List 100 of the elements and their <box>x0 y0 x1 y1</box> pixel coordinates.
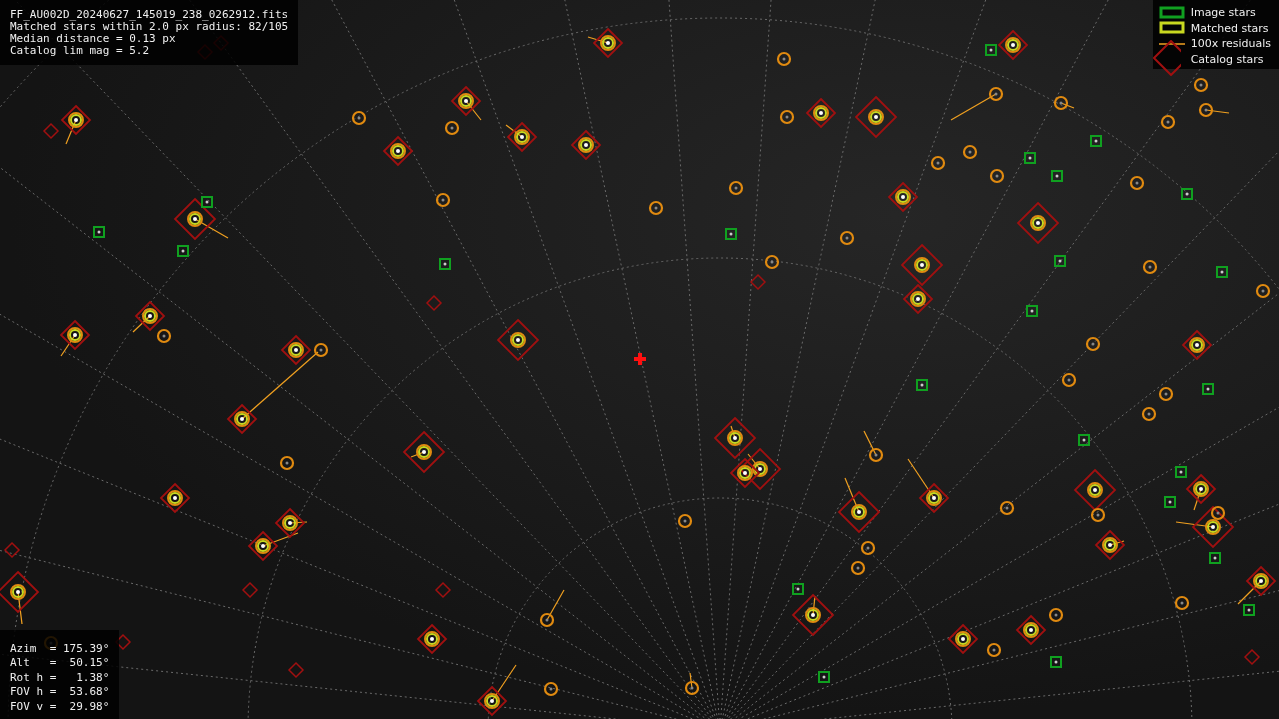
param-text: Rot h = 1.38° <box>10 670 110 685</box>
info-text: FF_AU002D_20240627_145019_238_0262912.fits <box>10 9 289 21</box>
matched-star-marker <box>159 482 191 514</box>
catalog-star-marker <box>1243 648 1261 666</box>
info-text: Matched stars within 2.0 px radius: 82/105 <box>10 21 289 33</box>
info-text: Median distance = 0.13 px <box>10 33 177 45</box>
legend-label: Catalog stars <box>1190 52 1264 66</box>
matched-star-marker <box>887 181 919 213</box>
matched-star-marker <box>1094 529 1126 561</box>
crosshair-icon <box>634 353 646 365</box>
star-ring-marker <box>776 51 792 67</box>
star-ring-marker <box>728 180 744 196</box>
info-text: Catalog lim mag = 5.2 <box>10 45 151 57</box>
star-ring-marker <box>1142 259 1158 275</box>
matched-star-marker <box>402 430 446 474</box>
catalog-star-marker <box>42 122 60 140</box>
star-ring-marker <box>1160 114 1176 130</box>
matched-star-marker <box>1191 505 1235 549</box>
matched-star-marker <box>476 685 508 717</box>
matched-star-marker <box>450 85 482 117</box>
star-ring-marker <box>1193 77 1209 93</box>
residual-line <box>1175 521 1214 528</box>
matched-star-marker <box>729 457 761 489</box>
residual-line <box>465 100 482 121</box>
matched-star-marker <box>173 197 217 241</box>
star-ring-marker <box>1048 607 1064 623</box>
star-ring-marker <box>313 342 329 358</box>
star-ring-marker <box>279 455 295 471</box>
diamond-swatch-icon <box>1152 39 1181 76</box>
star-ring-marker <box>1174 595 1190 611</box>
star-ring-marker <box>1061 372 1077 388</box>
residual-line <box>546 589 565 621</box>
matched-star-marker <box>570 129 602 161</box>
param-text: FOV v = 29.98° <box>10 699 110 714</box>
legend-label: Image stars <box>1190 6 1256 20</box>
param-text: Alt = 50.15° <box>10 656 110 671</box>
rectangle-swatch-icon <box>1158 5 1187 20</box>
matched-star-marker <box>60 104 92 136</box>
star-ring-marker <box>677 513 693 529</box>
residual-line <box>262 532 299 547</box>
residual-line <box>1237 580 1262 605</box>
residual-line <box>844 477 860 513</box>
star-ring-marker <box>764 254 780 270</box>
param-text: Azim = 175.39° <box>10 641 110 656</box>
residual-line <box>505 124 523 138</box>
star-ring-marker <box>543 681 559 697</box>
matched-star-marker <box>592 27 624 59</box>
star-ring-marker <box>1053 95 1069 111</box>
star-ring-marker <box>444 120 460 136</box>
star-ring-marker <box>868 447 884 463</box>
star-ring-marker <box>989 168 1005 184</box>
star-ring-marker <box>1210 505 1226 521</box>
residual-line <box>1193 488 1202 511</box>
star-ring-marker <box>156 328 172 344</box>
star-ring-marker <box>1085 336 1101 352</box>
star-ring-marker <box>435 192 451 208</box>
star-ring-marker <box>986 642 1002 658</box>
matched-star-marker <box>902 283 934 315</box>
residual-line <box>907 458 935 499</box>
star-ring-marker <box>1141 406 1157 422</box>
matched-star-marker <box>382 135 414 167</box>
matched-star-marker <box>506 121 538 153</box>
star-ring-marker <box>988 86 1004 102</box>
residual-line <box>1205 109 1230 114</box>
star-ring-marker <box>539 612 555 628</box>
matched-star-marker <box>837 490 881 534</box>
matched-star-marker <box>59 319 91 351</box>
residual-line <box>863 430 877 456</box>
matched-star-marker <box>274 507 306 539</box>
star-ring-marker <box>684 680 700 696</box>
matched-star-marker <box>0 570 40 614</box>
residual-line <box>60 334 76 357</box>
star-ring-marker <box>850 560 866 576</box>
star-ring-marker <box>779 109 795 125</box>
residual-line <box>491 664 517 702</box>
star-ring-marker <box>1158 386 1174 402</box>
residual-line <box>950 93 997 121</box>
matched-star-marker <box>1181 329 1213 361</box>
matched-star-marker <box>805 97 837 129</box>
residual-line <box>747 453 761 470</box>
residual-line <box>17 591 23 625</box>
matched-star-marker <box>1015 614 1047 646</box>
matched-star-marker <box>496 318 540 362</box>
star-ring-marker <box>860 540 876 556</box>
star-ring-marker <box>839 230 855 246</box>
legend-label: 100x residuals <box>1190 37 1271 51</box>
matched-star-marker <box>134 300 166 332</box>
star-ring-marker <box>962 144 978 160</box>
param-text: FOV h = 53.68° <box>10 685 110 700</box>
residual-line <box>65 119 77 145</box>
star-ring-marker <box>648 200 664 216</box>
matched-star-marker <box>947 623 979 655</box>
star-ring-marker <box>1255 283 1271 299</box>
catalog-star-marker <box>434 581 452 599</box>
matched-star-marker <box>900 243 944 287</box>
star-ring-marker <box>351 110 367 126</box>
star-ring-marker <box>1090 507 1106 523</box>
star-ring-marker <box>1129 175 1145 191</box>
residual-line <box>132 315 151 333</box>
rectangle-swatch-icon <box>1158 21 1187 36</box>
